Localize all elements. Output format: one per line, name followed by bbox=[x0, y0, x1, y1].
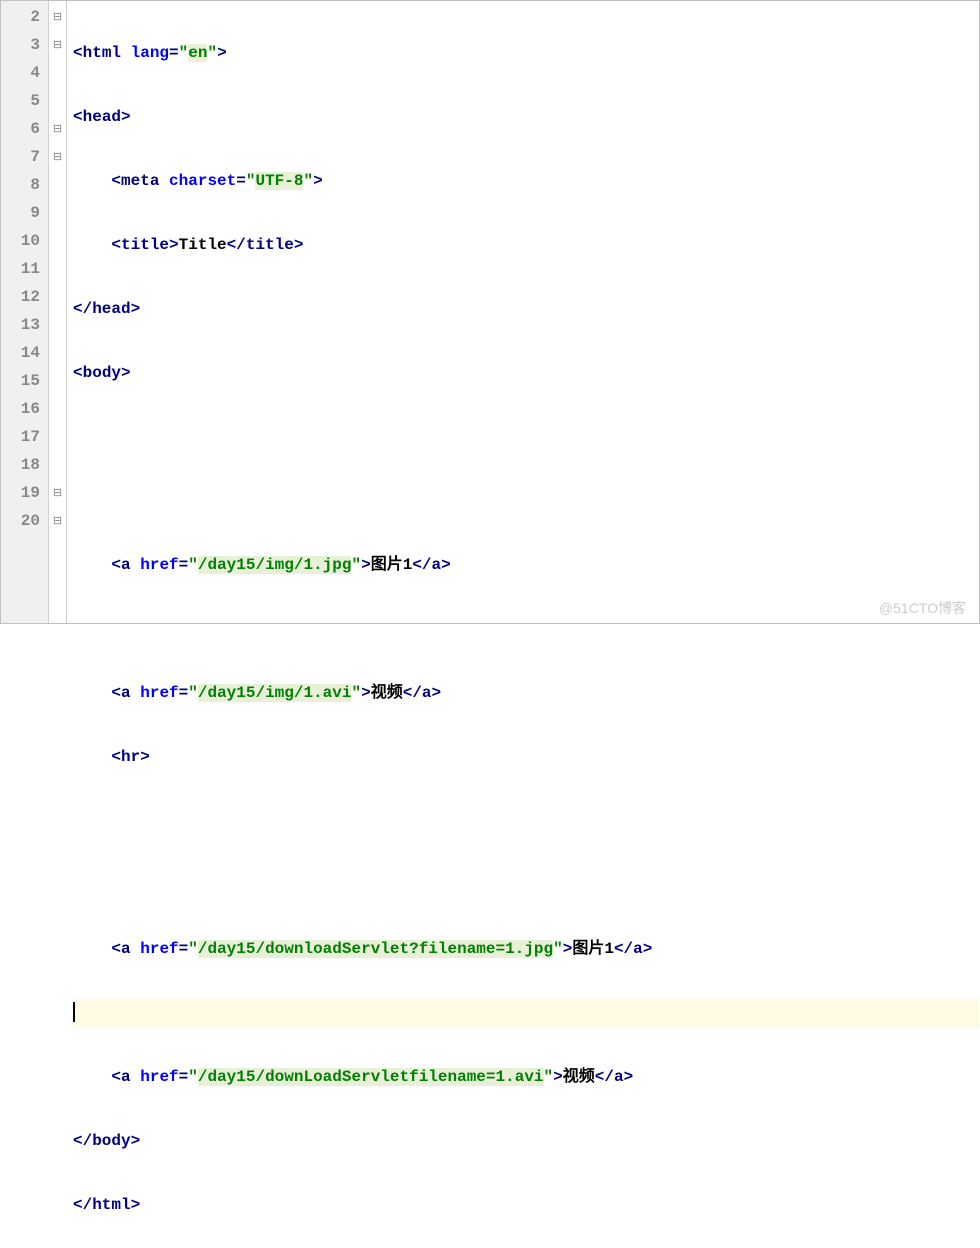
line-number[interactable]: 4 bbox=[1, 59, 48, 87]
fold-toggle-icon[interactable] bbox=[49, 31, 66, 59]
line-number[interactable]: 11 bbox=[1, 255, 48, 283]
code-line[interactable]: </html> bbox=[73, 1191, 979, 1219]
fold-spacer bbox=[49, 227, 66, 255]
line-number[interactable]: 8 bbox=[1, 171, 48, 199]
line-number[interactable]: 18 bbox=[1, 451, 48, 479]
fold-toggle-icon[interactable] bbox=[49, 115, 66, 143]
fold-toggle-icon[interactable] bbox=[49, 3, 66, 31]
code-line[interactable]: <hr> bbox=[73, 743, 979, 771]
fold-spacer bbox=[49, 59, 66, 87]
code-line[interactable]: </body> bbox=[73, 1127, 979, 1155]
fold-gutter bbox=[49, 1, 67, 623]
line-number[interactable]: 16 bbox=[1, 395, 48, 423]
line-number[interactable]: 9 bbox=[1, 199, 48, 227]
code-line[interactable] bbox=[73, 871, 979, 899]
line-number[interactable]: 15 bbox=[1, 367, 48, 395]
line-number[interactable]: 20 bbox=[1, 507, 48, 535]
code-editor: 2 3 4 5 6 7 8 9 10 11 12 13 14 15 16 17 … bbox=[0, 0, 980, 624]
line-number[interactable]: 2 bbox=[1, 3, 48, 31]
code-line[interactable]: <a href="/day15/img/1.avi">视频</a> bbox=[73, 679, 979, 707]
code-line[interactable] bbox=[73, 423, 979, 451]
fold-spacer bbox=[49, 395, 66, 423]
fold-spacer bbox=[49, 171, 66, 199]
fold-spacer bbox=[49, 451, 66, 479]
text-cursor-icon bbox=[73, 1002, 75, 1022]
line-number[interactable]: 19 bbox=[1, 479, 48, 507]
code-line[interactable]: <head> bbox=[73, 103, 979, 131]
fold-spacer bbox=[49, 367, 66, 395]
line-number[interactable]: 5 bbox=[1, 87, 48, 115]
fold-spacer bbox=[49, 199, 66, 227]
code-line-active[interactable] bbox=[73, 999, 979, 1027]
fold-spacer bbox=[49, 255, 66, 283]
line-number[interactable]: 17 bbox=[1, 423, 48, 451]
line-number[interactable]: 10 bbox=[1, 227, 48, 255]
fold-toggle-icon[interactable] bbox=[49, 507, 66, 535]
fold-spacer bbox=[49, 283, 66, 311]
fold-spacer bbox=[49, 87, 66, 115]
code-line[interactable]: <a href="/day15/img/1.jpg">图片1</a> bbox=[73, 551, 979, 579]
code-line[interactable]: <body> bbox=[73, 359, 979, 387]
line-number[interactable]: 12 bbox=[1, 283, 48, 311]
code-line[interactable]: <a href="/day15/downloadServlet?filename… bbox=[73, 935, 979, 963]
code-line[interactable]: </head> bbox=[73, 295, 979, 323]
watermark-text: @51CTO博客 bbox=[879, 598, 966, 618]
line-number[interactable]: 13 bbox=[1, 311, 48, 339]
code-line[interactable]: <meta charset="UTF-8"> bbox=[73, 167, 979, 195]
line-number[interactable]: 3 bbox=[1, 31, 48, 59]
fold-spacer bbox=[49, 423, 66, 451]
line-number-gutter: 2 3 4 5 6 7 8 9 10 11 12 13 14 15 16 17 … bbox=[1, 1, 49, 623]
code-line[interactable]: <a href="/day15/downLoadServletfilename=… bbox=[73, 1063, 979, 1091]
line-number[interactable]: 14 bbox=[1, 339, 48, 367]
line-number[interactable]: 7 bbox=[1, 143, 48, 171]
fold-toggle-icon[interactable] bbox=[49, 143, 66, 171]
fold-spacer bbox=[49, 339, 66, 367]
code-line[interactable]: <title>Title</title> bbox=[73, 231, 979, 259]
line-number[interactable]: 6 bbox=[1, 115, 48, 143]
code-line[interactable]: <html lang="en"> bbox=[73, 39, 979, 67]
fold-spacer bbox=[49, 311, 66, 339]
code-line[interactable] bbox=[73, 807, 979, 835]
code-area[interactable]: <html lang="en"> <head> <meta charset="U… bbox=[67, 1, 979, 623]
fold-toggle-icon[interactable] bbox=[49, 479, 66, 507]
code-line[interactable] bbox=[73, 615, 979, 643]
code-line[interactable] bbox=[73, 487, 979, 515]
